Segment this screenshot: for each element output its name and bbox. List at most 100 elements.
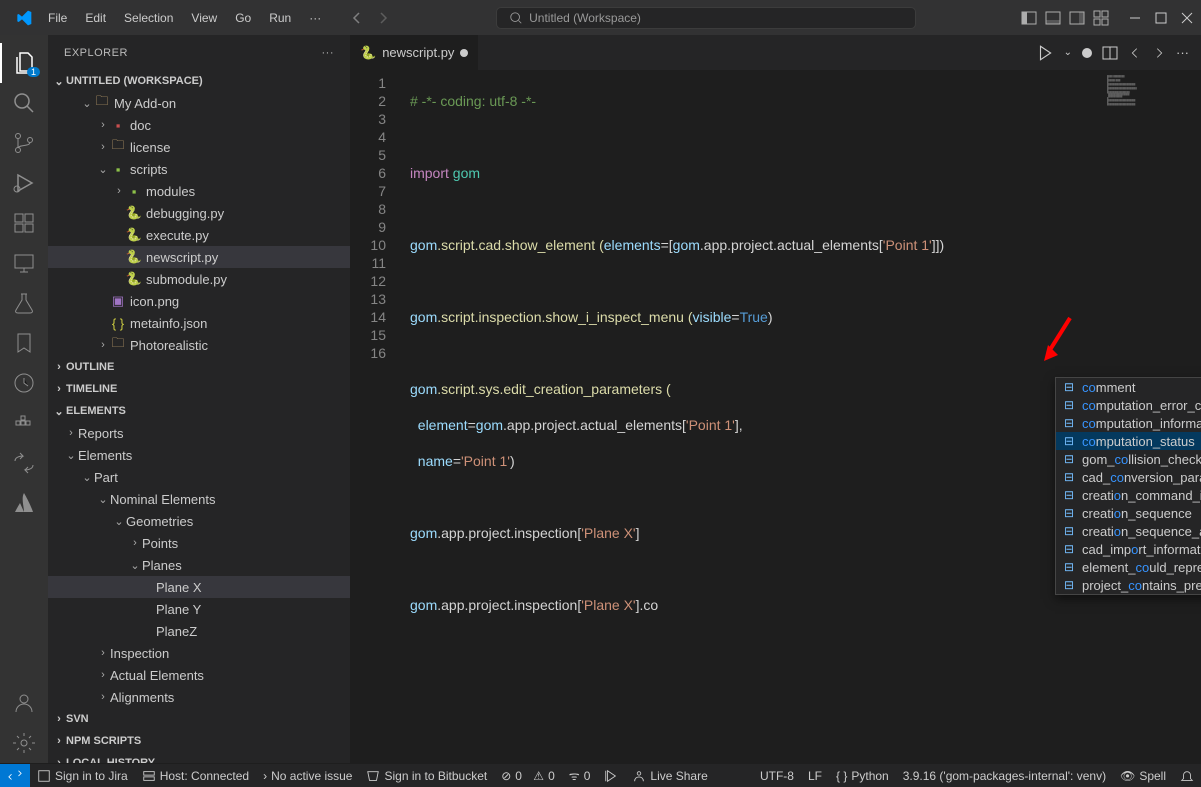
sidebar-more-icon[interactable]: ··· xyxy=(322,47,335,59)
intellisense-item[interactable]: ⊟element_could_represent_actual_part xyxy=(1056,558,1201,576)
section-workspace[interactable]: ⌄UNTITLED (WORKSPACE) xyxy=(48,70,350,92)
minimize-icon[interactable] xyxy=(1129,12,1141,24)
section-local-history[interactable]: ›LOCAL HISTORY xyxy=(48,752,350,763)
tree-folder-license[interactable]: ›🗀license xyxy=(48,136,350,158)
activity-settings[interactable] xyxy=(0,723,48,763)
section-outline[interactable]: ›OUTLINE xyxy=(48,356,350,378)
maximize-icon[interactable] xyxy=(1155,12,1167,24)
sb-problems[interactable]: ⊘0 ⚠0 xyxy=(494,764,562,787)
tree-plane-x[interactable]: Plane X xyxy=(48,576,350,598)
run-icon[interactable] xyxy=(1036,44,1054,62)
tree-folder-modules[interactable]: ›▪modules xyxy=(48,180,350,202)
tree-file-execute[interactable]: 🐍execute.py xyxy=(48,224,350,246)
sb-liveshare[interactable]: Live Share xyxy=(625,764,714,787)
sb-spell[interactable]: 👁Spell xyxy=(1113,764,1173,787)
intellisense-label: cad_import_information xyxy=(1082,542,1201,557)
tree-planes[interactable]: ⌄Planes xyxy=(48,554,350,576)
tree-plane-y[interactable]: Plane Y xyxy=(48,598,350,620)
close-icon[interactable] xyxy=(1181,12,1193,24)
tree-points[interactable]: ›Points xyxy=(48,532,350,554)
tree-plane-z[interactable]: PlaneZ xyxy=(48,620,350,642)
sb-ports[interactable]: ᯤ0 xyxy=(562,764,598,787)
tree-actual[interactable]: ›Actual Elements xyxy=(48,664,350,686)
sb-interpreter[interactable]: 3.9.16 ('gom-packages-internal': venv) xyxy=(896,764,1113,787)
layout-sidebar-left-icon[interactable] xyxy=(1021,10,1037,26)
section-elements[interactable]: ⌄ELEMENTS xyxy=(48,400,350,422)
tree-nominal[interactable]: ⌄Nominal Elements xyxy=(48,488,350,510)
tree-file-newscript[interactable]: 🐍newscript.py xyxy=(48,246,350,268)
sb-bitbucket[interactable]: Sign in to Bitbucket xyxy=(359,764,494,787)
sb-host[interactable]: Host: Connected xyxy=(135,764,256,787)
activity-remote[interactable] xyxy=(0,243,48,283)
intellisense-item[interactable]: ⊟comment xyxy=(1056,378,1201,396)
intellisense-item[interactable]: ⊟computation_statuspartly_not_computed xyxy=(1056,432,1201,450)
tree-folder-photorealistic[interactable]: ›🗀Photorealistic xyxy=(48,334,350,356)
nav-forward-icon[interactable] xyxy=(375,10,391,26)
menu-go[interactable]: Go xyxy=(227,7,259,29)
layout-customize-icon[interactable] xyxy=(1093,10,1109,26)
tree-file-icon[interactable]: ▣icon.png xyxy=(48,290,350,312)
nav-back-small-icon[interactable] xyxy=(1128,46,1142,60)
intellisense-item[interactable]: ⊟creation_sequence xyxy=(1056,504,1201,522)
menu-view[interactable]: View xyxy=(183,7,225,29)
nav-forward-small-icon[interactable] xyxy=(1152,46,1166,60)
breakpoint-icon[interactable] xyxy=(1082,48,1092,58)
activity-forward[interactable] xyxy=(0,443,48,483)
section-npm[interactable]: ›NPM SCRIPTS xyxy=(48,730,350,752)
more-icon[interactable]: ··· xyxy=(1176,45,1189,60)
tree-folder-addon[interactable]: ⌄🗀My Add-on xyxy=(48,92,350,114)
activity-explorer[interactable]: 1 xyxy=(0,43,48,83)
intellisense-item[interactable]: ⊟creation_command_is_active xyxy=(1056,486,1201,504)
tree-file-debugging[interactable]: 🐍debugging.py xyxy=(48,202,350,224)
menu-run[interactable]: Run xyxy=(261,7,299,29)
intellisense-item[interactable]: ⊟cad_conversion_parameter xyxy=(1056,468,1201,486)
intellisense-item[interactable]: ⊟creation_sequence_args xyxy=(1056,522,1201,540)
layout-sidebar-right-icon[interactable] xyxy=(1069,10,1085,26)
tree-folder-doc[interactable]: ›▪doc xyxy=(48,114,350,136)
tree-file-submodule[interactable]: 🐍submodule.py xyxy=(48,268,350,290)
intellisense-item[interactable]: ⊟computation_error_code xyxy=(1056,396,1201,414)
tree-file-metainfo[interactable]: { }metainfo.json xyxy=(48,312,350,334)
intellisense-item[interactable]: ⊟computation_information xyxy=(1056,414,1201,432)
activity-bookmarks[interactable] xyxy=(0,323,48,363)
section-timeline[interactable]: ›TIMELINE xyxy=(48,378,350,400)
sb-remote[interactable] xyxy=(0,764,30,787)
tree-inspection[interactable]: ›Inspection xyxy=(48,642,350,664)
activity-testing[interactable] xyxy=(0,283,48,323)
tree-elements[interactable]: ⌄Elements xyxy=(48,444,350,466)
chevron-down-icon[interactable]: ⌄ xyxy=(1064,47,1072,58)
nav-back-icon[interactable] xyxy=(349,10,365,26)
intellisense-item[interactable]: ⊟project_contains_preliminary_data xyxy=(1056,576,1201,594)
intellisense-item[interactable]: ⊟cad_import_information xyxy=(1056,540,1201,558)
sb-issue[interactable]: ›No active issue xyxy=(256,764,359,787)
sb-lang[interactable]: { }Python xyxy=(829,764,896,787)
tree-part[interactable]: ⌄Part xyxy=(48,466,350,488)
activity-docker[interactable] xyxy=(0,403,48,443)
tree-reports[interactable]: ›Reports xyxy=(48,422,350,444)
sb-eol[interactable]: LF xyxy=(801,764,829,787)
menu-selection[interactable]: Selection xyxy=(116,7,181,29)
menu-edit[interactable]: Edit xyxy=(77,7,114,29)
menu-file[interactable]: File xyxy=(40,7,75,29)
activity-account[interactable] xyxy=(0,683,48,723)
activity-atlassian[interactable] xyxy=(0,483,48,523)
activity-timer[interactable] xyxy=(0,363,48,403)
tab-newscript[interactable]: 🐍 newscript.py xyxy=(350,35,479,70)
sb-encoding[interactable]: UTF-8 xyxy=(753,764,801,787)
split-editor-icon[interactable] xyxy=(1102,45,1118,61)
activity-extensions[interactable] xyxy=(0,203,48,243)
search-input[interactable]: Untitled (Workspace) xyxy=(496,7,916,29)
section-svn[interactable]: ›SVN xyxy=(48,708,350,730)
activity-debug[interactable] xyxy=(0,163,48,203)
sb-notifications[interactable] xyxy=(1173,764,1201,787)
sb-jira[interactable]: Sign in to Jira xyxy=(30,764,135,787)
layout-panel-icon[interactable] xyxy=(1045,10,1061,26)
intellisense-item[interactable]: ⊟gom_collision_check_since_load_import_c… xyxy=(1056,450,1201,468)
sb-debug[interactable] xyxy=(597,764,625,787)
tree-alignments[interactable]: ›Alignments xyxy=(48,686,350,708)
menu-more[interactable]: ··· xyxy=(301,7,329,29)
tree-geometries[interactable]: ⌄Geometries xyxy=(48,510,350,532)
activity-search[interactable] xyxy=(0,83,48,123)
activity-scm[interactable] xyxy=(0,123,48,163)
tree-folder-scripts[interactable]: ⌄▪scripts xyxy=(48,158,350,180)
